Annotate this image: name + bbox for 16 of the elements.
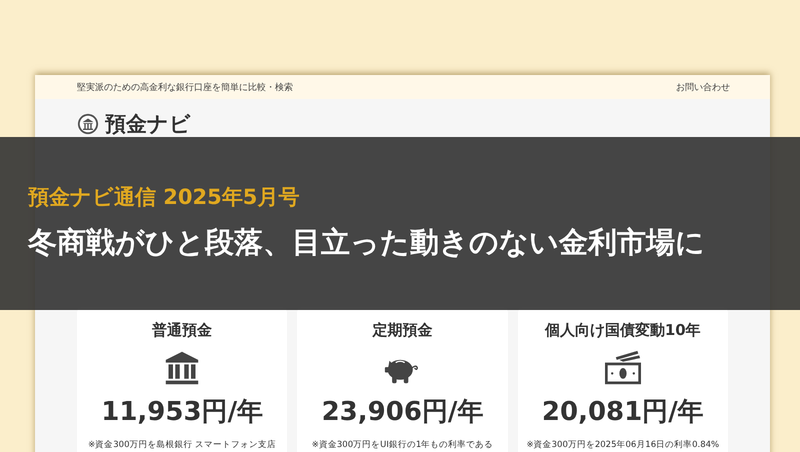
card-title: 個人向け国債変動10年 [544,321,701,340]
site-logo[interactable]: 預金ナビ [105,110,191,138]
interest-amount: 20,081円/年 [542,396,704,429]
headline: 冬商戦がひと段落、目立った動きのない金利市場に [28,224,705,261]
bank-icon [77,113,99,135]
banknotes-icon [602,350,643,386]
contact-link[interactable]: お問い合わせ [676,81,730,94]
card-title: 普通預金 [152,321,212,340]
interest-amount: 11,953円/年 [101,396,264,429]
card-note: ※資金300万円を島根銀行 スマートフォン支店 [88,439,276,451]
card-note: ※資金300万円をUI銀行の1年もの利率である [312,439,494,451]
interest-amount: 23,906円/年 [322,396,484,429]
card-title: 定期預金 [372,321,432,340]
site-tagline: 堅実派のための高金利な銀行口座を簡単に比較・検索 [77,82,293,94]
card-note: ※資金300万円を2025年06月16日の利率0.84% [526,439,720,451]
issue-title: 預金ナビ通信 2025年5月号 [28,184,300,211]
